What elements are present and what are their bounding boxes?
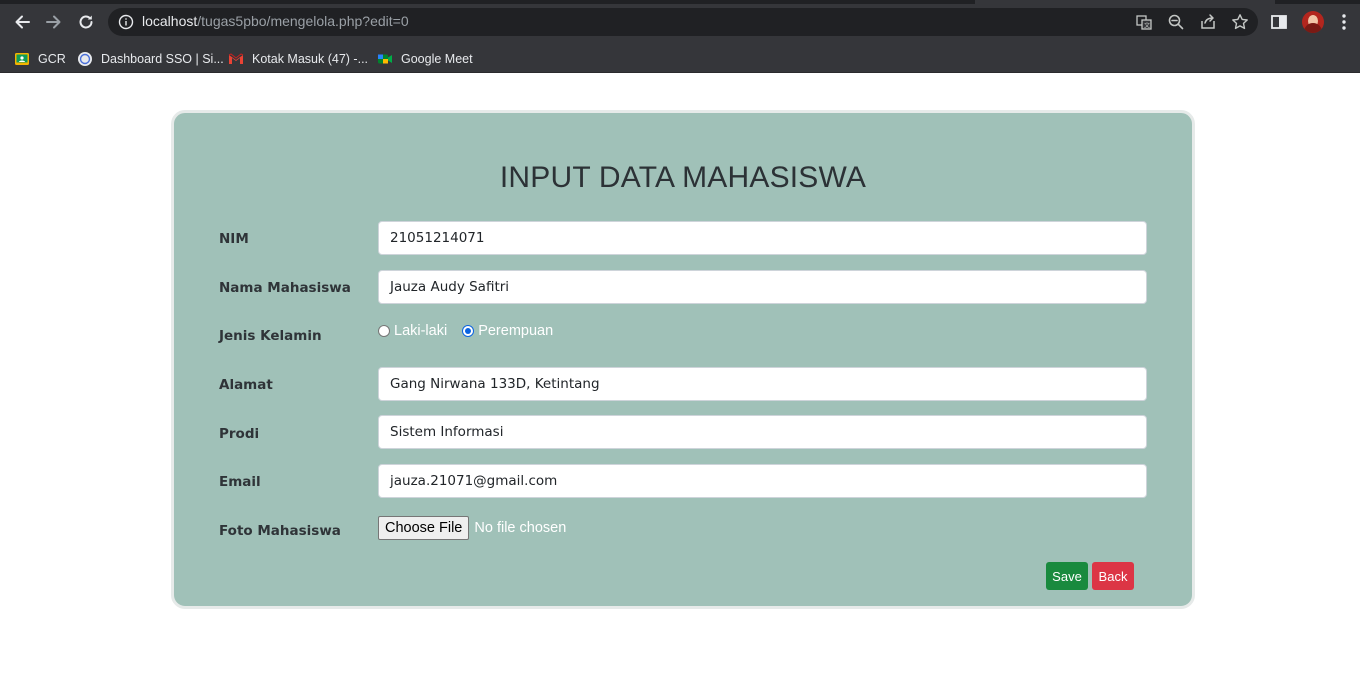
sso-icon bbox=[77, 51, 93, 67]
nim-label: NIM bbox=[219, 231, 249, 247]
gmail-icon bbox=[228, 51, 244, 67]
bookmark-gcr[interactable]: GCR bbox=[14, 50, 66, 68]
radio-laki-laki-label[interactable]: Laki-laki bbox=[394, 323, 447, 339]
radio-perempuan-label[interactable]: Perempuan bbox=[478, 323, 553, 339]
alamat-label: Alamat bbox=[219, 377, 273, 393]
form-card: INPUT DATA MAHASISWA NIM 21051214071 Nam… bbox=[171, 110, 1195, 609]
foto-label: Foto Mahasiswa bbox=[219, 523, 341, 539]
nama-label: Nama Mahasiswa bbox=[219, 280, 351, 296]
email-label: Email bbox=[219, 474, 261, 490]
bookmark-label: GCR bbox=[38, 52, 66, 66]
alamat-input[interactable]: Gang Nirwana 133D, Ketintang bbox=[378, 367, 1147, 401]
jenis-kelamin-label: Jenis Kelamin bbox=[219, 328, 322, 344]
bookmark-star-icon[interactable] bbox=[1231, 13, 1249, 31]
reload-icon[interactable] bbox=[74, 10, 98, 34]
forward-arrow-icon[interactable] bbox=[42, 10, 66, 34]
prodi-input[interactable]: Sistem Informasi bbox=[378, 415, 1147, 449]
address-bar[interactable]: localhost/tugas5pbo/mengelola.php?edit=0… bbox=[108, 8, 1258, 36]
google-classroom-icon bbox=[14, 51, 30, 67]
menu-kebab-icon[interactable] bbox=[1333, 11, 1355, 33]
bookmark-label: Google Meet bbox=[401, 52, 473, 66]
browser-toolbar: localhost/tugas5pbo/mengelola.php?edit=0… bbox=[0, 0, 1360, 44]
url-text: localhost/tugas5pbo/mengelola.php?edit=0 bbox=[142, 13, 409, 29]
site-info-icon[interactable] bbox=[118, 14, 134, 34]
svg-text:文: 文 bbox=[1144, 22, 1150, 30]
bookmark-label: Dashboard SSO | Si... bbox=[101, 52, 224, 66]
back-arrow-icon[interactable] bbox=[10, 10, 34, 34]
profile-avatar[interactable] bbox=[1302, 11, 1324, 33]
bookmark-google-meet[interactable]: Google Meet bbox=[377, 50, 473, 68]
share-icon[interactable] bbox=[1199, 13, 1217, 31]
bookmark-label: Kotak Masuk (47) -... bbox=[252, 52, 369, 66]
active-tab[interactable] bbox=[975, 0, 1275, 4]
tab-strip bbox=[0, 0, 1360, 4]
email-input[interactable]: jauza.21071@gmail.com bbox=[378, 464, 1147, 498]
page-title: INPUT DATA MAHASISWA bbox=[499, 161, 867, 194]
back-button[interactable]: Back bbox=[1092, 562, 1134, 590]
bookmark-gmail[interactable]: Kotak Masuk (47) -... bbox=[228, 50, 368, 68]
radio-perempuan[interactable] bbox=[462, 325, 475, 337]
side-panel-icon[interactable] bbox=[1268, 11, 1290, 33]
choose-file-button[interactable]: Choose File bbox=[378, 516, 470, 540]
bookmarks-bar: GCR Dashboard SSO | Si... Kotak Masuk (4… bbox=[0, 44, 1360, 73]
file-status-text: No file chosen bbox=[474, 520, 567, 536]
radio-laki-laki[interactable] bbox=[378, 325, 390, 337]
foto-file-input: Choose File No file chosen bbox=[378, 516, 566, 540]
save-button[interactable]: Save bbox=[1046, 562, 1088, 590]
prodi-label: Prodi bbox=[219, 426, 260, 442]
nim-input[interactable]: 21051214071 bbox=[378, 221, 1147, 255]
google-meet-icon bbox=[377, 51, 393, 67]
nama-input[interactable]: Jauza Audy Safitri bbox=[378, 270, 1147, 304]
jenis-kelamin-radio-group: Laki-laki Perempuan bbox=[378, 322, 553, 340]
zoom-icon[interactable] bbox=[1167, 13, 1185, 31]
translate-icon[interactable]: 文 bbox=[1135, 13, 1153, 31]
bookmark-sso[interactable]: Dashboard SSO | Si... bbox=[77, 50, 224, 68]
avatar-body bbox=[1304, 23, 1322, 33]
